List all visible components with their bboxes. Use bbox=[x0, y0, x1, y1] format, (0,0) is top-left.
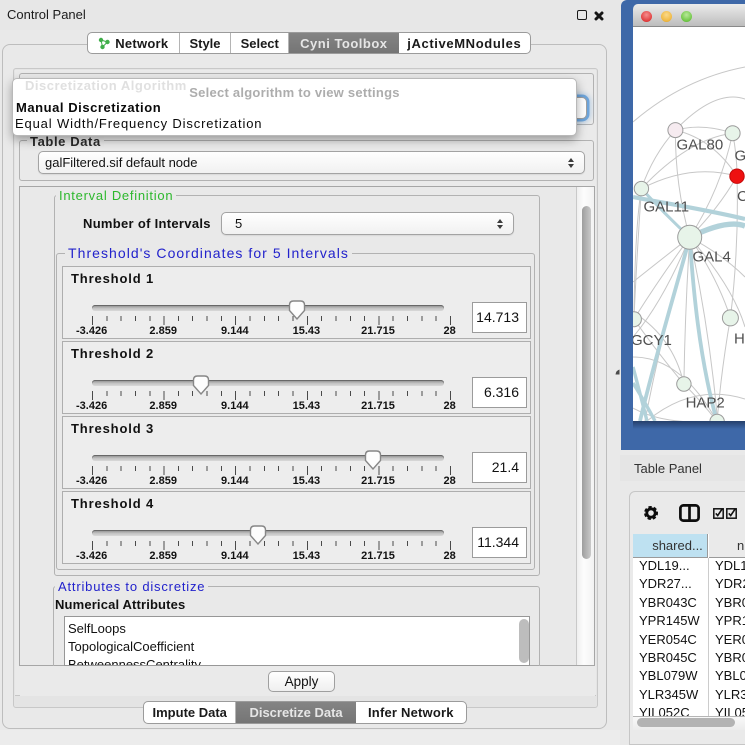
svg-text:HAP2: HAP2 bbox=[686, 394, 725, 411]
svg-text:H: H bbox=[734, 331, 745, 348]
svg-text:C: C bbox=[737, 188, 745, 205]
svg-text:GAL4: GAL4 bbox=[693, 249, 731, 266]
svg-text:GA: GA bbox=[735, 148, 745, 165]
svg-text:GAL80: GAL80 bbox=[677, 137, 724, 154]
svg-text:GAL11: GAL11 bbox=[644, 199, 690, 216]
svg-text:GCY1: GCY1 bbox=[633, 332, 672, 349]
